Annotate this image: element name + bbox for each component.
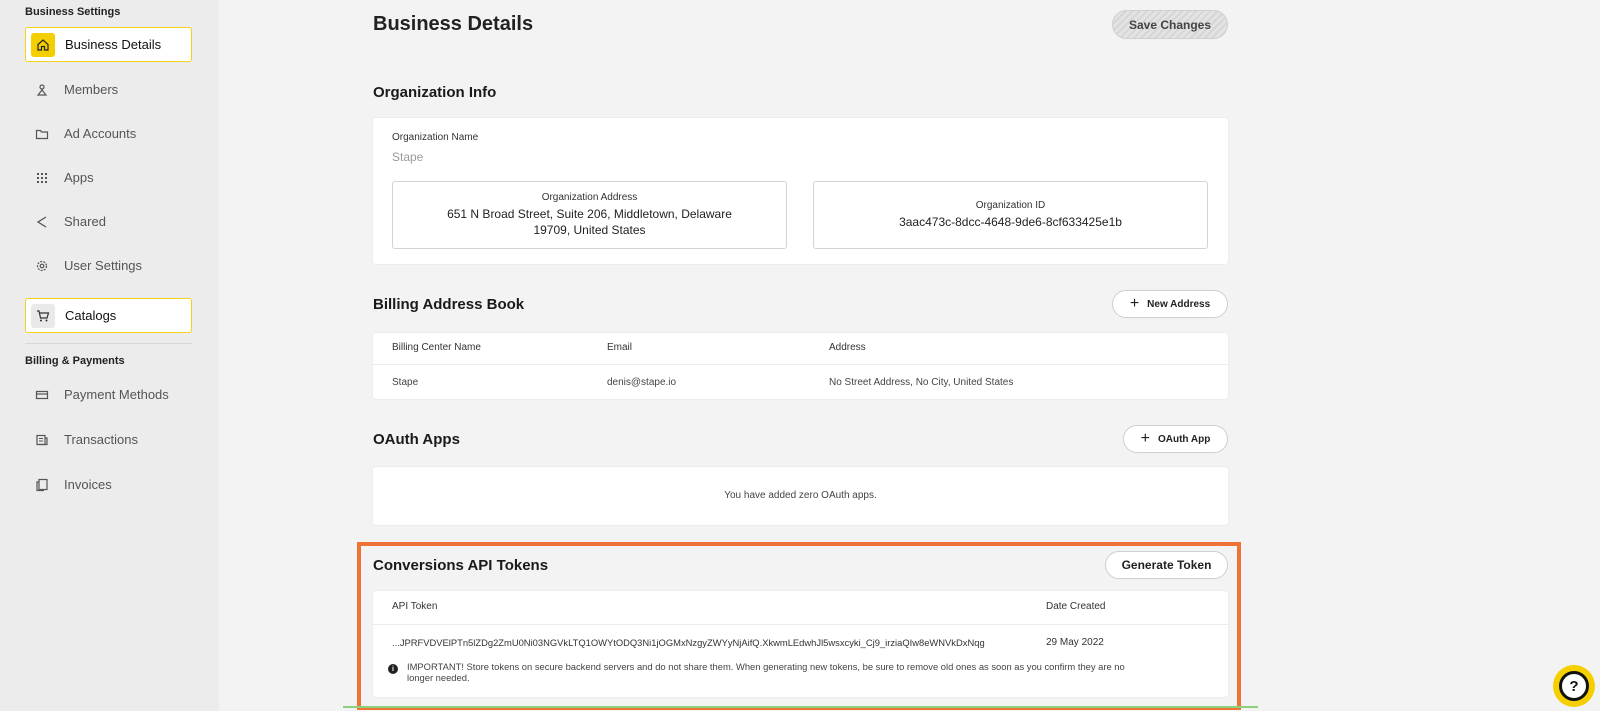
- organization-address-box: Organization Address 651 N Broad Street,…: [392, 181, 787, 249]
- table-cell: Stape: [392, 377, 419, 388]
- sidebar-item-label: User Settings: [64, 258, 143, 273]
- gear-icon: [30, 254, 54, 278]
- sidebar-item-shared[interactable]: Shared: [25, 204, 192, 239]
- organization-id-value: 3aac473c-8dcc-4648-9de6-8cf633425e1b: [899, 215, 1122, 229]
- row-divider: [373, 364, 1228, 365]
- billing-address-table: Billing Center Name Email Address Stape …: [373, 333, 1228, 399]
- share-icon: [30, 210, 54, 234]
- sidebar-item-payment-methods[interactable]: Payment Methods: [25, 377, 192, 412]
- question-icon: ?: [1559, 671, 1589, 701]
- plus-icon: +: [1140, 430, 1150, 447]
- home-icon: [31, 32, 55, 57]
- sidebar-item-label: Shared: [64, 214, 106, 229]
- invoice-icon: [30, 473, 54, 497]
- sidebar-item-label: Business Details: [65, 37, 162, 52]
- billing-address-book-title: Billing Address Book: [373, 296, 525, 313]
- column-header: Email: [607, 342, 633, 353]
- grid-icon: [30, 166, 54, 190]
- organization-id-box: Organization ID 3aac473c-8dcc-4648-9de6-…: [813, 181, 1208, 249]
- organization-id-label: Organization ID: [975, 200, 1046, 211]
- sidebar-item-transactions[interactable]: Transactions: [25, 422, 192, 457]
- oauth-empty-message: You have added zero OAuth apps.: [724, 490, 877, 501]
- plus-icon: +: [1129, 295, 1140, 312]
- organization-info-title: Organization Info: [373, 84, 497, 101]
- sidebar-item-label: Invoices: [64, 477, 112, 492]
- cart-icon: [31, 303, 55, 328]
- save-changes-button[interactable]: Save Changes: [1112, 10, 1228, 39]
- column-header: Address: [829, 342, 866, 353]
- sidebar-item-catalogs[interactable]: Catalogs: [25, 298, 192, 333]
- table-cell: denis@stape.io: [607, 377, 677, 388]
- sidebar-section-business-settings: Business Settings: [25, 6, 121, 18]
- receipt-icon: [30, 428, 54, 452]
- members-icon: [30, 78, 54, 102]
- help-button[interactable]: ?: [1553, 665, 1595, 707]
- highlight-box: [357, 542, 1241, 710]
- organization-address-label: Organization Address: [541, 192, 638, 203]
- new-address-button[interactable]: + New Address: [1112, 290, 1228, 318]
- new-address-label: New Address: [1147, 298, 1211, 310]
- sidebar-item-business-details[interactable]: Business Details: [25, 27, 192, 62]
- sidebar-item-user-settings[interactable]: User Settings: [25, 248, 192, 283]
- sidebar-item-label: Payment Methods: [64, 387, 169, 402]
- card-icon: [30, 383, 54, 407]
- sidebar-item-ad-accounts[interactable]: Ad Accounts: [25, 116, 192, 151]
- sidebar-section-billing: Billing & Payments: [25, 355, 125, 367]
- organization-info-card: Organization Name Stape Organization Add…: [373, 118, 1228, 264]
- sidebar-divider: [25, 343, 192, 344]
- page-title: Business Details: [373, 13, 534, 35]
- organization-name-field[interactable]: Stape: [392, 150, 423, 164]
- sidebar-item-label: Catalogs: [65, 308, 117, 323]
- sidebar-item-label: Ad Accounts: [64, 126, 137, 141]
- column-header: Billing Center Name: [392, 342, 481, 353]
- sidebar-item-label: Apps: [64, 170, 94, 185]
- oauth-apps-title: OAuth Apps: [373, 431, 460, 448]
- sidebar-item-members[interactable]: Members: [25, 72, 192, 107]
- add-oauth-app-button[interactable]: + OAuth App: [1123, 425, 1228, 453]
- green-underline: [343, 706, 1258, 708]
- sidebar: Business Settings Business Details Membe…: [0, 0, 219, 711]
- sidebar-item-label: Members: [64, 82, 119, 97]
- sidebar-item-apps[interactable]: Apps: [25, 160, 192, 195]
- organization-address-line2: 19709, United States: [533, 223, 646, 237]
- organization-address-line1: 651 N Broad Street, Suite 206, Middletow…: [447, 207, 732, 221]
- organization-name-label: Organization Name: [392, 132, 479, 143]
- oauth-app-label: OAuth App: [1157, 433, 1211, 445]
- oauth-apps-card: You have added zero OAuth apps.: [373, 467, 1228, 525]
- sidebar-item-invoices[interactable]: Invoices: [25, 467, 192, 502]
- folder-icon: [30, 122, 54, 146]
- table-cell: No Street Address, No City, United State…: [829, 377, 1014, 388]
- sidebar-item-label: Transactions: [64, 432, 138, 447]
